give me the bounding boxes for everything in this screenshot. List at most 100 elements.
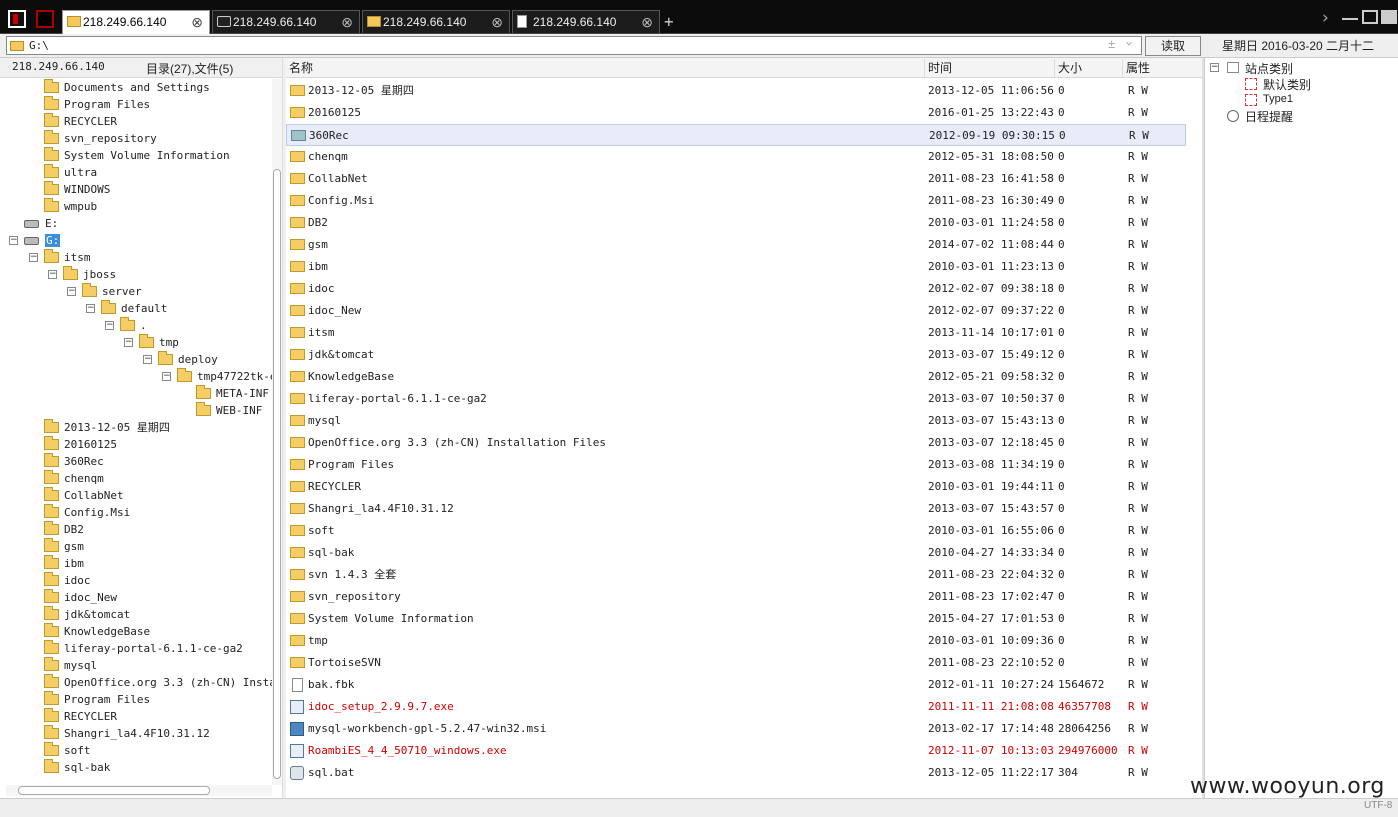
tree-item[interactable]: − server xyxy=(67,283,142,300)
file-row[interactable]: tmp 2010-03-01 10:09:36 0 R W xyxy=(286,630,1186,652)
collapse-icon[interactable]: − xyxy=(162,372,171,381)
tree-item[interactable]: CollabNet xyxy=(44,487,124,504)
collapse-icon[interactable]: − xyxy=(143,355,152,364)
collapse-icon[interactable]: − xyxy=(29,253,38,262)
tree-item[interactable]: RECYCLER xyxy=(44,113,117,130)
collapse-icon[interactable]: − xyxy=(9,236,18,245)
tree-item[interactable]: − default xyxy=(86,300,167,317)
tree-item[interactable]: 360Rec xyxy=(44,453,104,470)
file-row[interactable]: mysql-workbench-gpl-5.2.47-win32.msi 2013… xyxy=(286,718,1186,740)
file-row[interactable]: 2013-12-05 星期四 2013-12-05 11:06:56 0 R W xyxy=(286,80,1186,102)
tree-item[interactable]: chenqm xyxy=(44,470,104,487)
tab-2[interactable]: 218.249.66.140 ⊗ xyxy=(212,10,360,33)
tree-item[interactable]: KnowledgeBase xyxy=(44,623,150,640)
file-row[interactable]: idoc_setup_2.9.9.7.exe 2011-11-11 21:08:0… xyxy=(286,696,1186,718)
tree-item[interactable]: mysql xyxy=(44,657,97,674)
app-logo-icon[interactable] xyxy=(8,10,26,28)
collapse-icon[interactable]: − xyxy=(1210,63,1219,72)
tree-item[interactable]: Config.Msi xyxy=(44,504,130,521)
file-row[interactable]: KnowledgeBase 2012-05-21 09:58:32 0 R W xyxy=(286,366,1186,388)
tree-item[interactable]: ultra xyxy=(44,164,97,181)
path-input[interactable]: G:\ xyxy=(6,36,1142,55)
tree-item[interactable]: 2013-12-05 星期四 xyxy=(44,419,170,436)
tree-item[interactable]: wmpub xyxy=(44,198,97,215)
tree-item[interactable]: − tmp47722tk-e xyxy=(162,368,272,385)
tree-item[interactable]: DB2 xyxy=(44,521,84,538)
scroll-tabs-right-icon[interactable]: › xyxy=(1322,8,1329,28)
file-row[interactable]: ibm 2010-03-01 11:23:13 0 R W xyxy=(286,256,1186,278)
file-row[interactable]: sql.bat 2013-12-05 11:22:17 304 R W xyxy=(286,762,1186,784)
tree-item[interactable]: −. xyxy=(105,317,147,334)
file-row[interactable]: mysql 2013-03-07 15:43:13 0 R W xyxy=(286,410,1186,432)
default-category-item[interactable]: 默认类别 xyxy=(1263,76,1311,93)
tree-item[interactable]: WEB-INF xyxy=(196,402,262,419)
tree-item[interactable]: − G: xyxy=(9,232,61,249)
tree-vertical-scrollbar[interactable] xyxy=(272,79,282,785)
tab-3[interactable]: 218.249.66.140 ⊗ xyxy=(362,10,510,33)
tree-item[interactable]: liferay-portal-6.1.1-ce-ga2 xyxy=(44,640,243,657)
tree-item[interactable]: Program Files xyxy=(44,691,150,708)
close-icon[interactable]: ⊗ xyxy=(641,11,653,33)
chevron-down-icon[interactable]: ⌵ xyxy=(1126,37,1132,48)
collapse-icon[interactable]: − xyxy=(67,287,76,296)
file-row[interactable]: sql-bak 2010-04-27 14:33:34 0 R W xyxy=(286,542,1186,564)
file-row[interactable]: RECYCLER 2010-03-01 19:44:11 0 R W xyxy=(286,476,1186,498)
scrollbar-thumb[interactable] xyxy=(273,169,281,779)
column-header-size[interactable]: 大小 xyxy=(1054,59,1122,77)
tree-item[interactable]: META-INF xyxy=(196,385,269,402)
file-row[interactable]: jdk&tomcat 2013-03-07 15:49:12 0 R W xyxy=(286,344,1186,366)
type1-item[interactable]: Type1 xyxy=(1263,93,1293,105)
tree-item[interactable]: − tmp xyxy=(124,334,179,351)
tree-item[interactable]: − jboss xyxy=(48,266,116,283)
tree-item[interactable]: soft xyxy=(44,742,91,759)
collapse-icon[interactable]: − xyxy=(124,338,133,347)
tree-item[interactable]: svn_repository xyxy=(44,130,157,147)
tab-1[interactable]: 218.249.66.140 ⊗ xyxy=(62,10,210,35)
tree-item[interactable]: System Volume Information xyxy=(44,147,230,164)
file-row[interactable]: DB2 2010-03-01 11:24:58 0 R W xyxy=(286,212,1186,234)
file-row[interactable]: gsm 2014-07-02 11:08:44 0 R W xyxy=(286,234,1186,256)
collapse-icon[interactable]: − xyxy=(105,321,114,330)
new-tab-button[interactable]: + xyxy=(664,12,674,31)
tree-item[interactable]: Shangri_la4.4F10.31.12 xyxy=(44,725,210,742)
tree-horizontal-scrollbar[interactable] xyxy=(6,785,272,796)
scrollbar-thumb[interactable] xyxy=(18,786,210,795)
tree-item[interactable]: jdk&tomcat xyxy=(44,606,130,623)
file-row[interactable]: CollabNet 2011-08-23 16:41:58 0 R W xyxy=(286,168,1186,190)
read-button[interactable]: 读取 xyxy=(1145,36,1201,56)
tree-item[interactable]: − itsm xyxy=(29,249,91,266)
close-icon[interactable]: ⊗ xyxy=(191,11,203,33)
file-row[interactable]: idoc_New 2012-02-07 09:37:22 0 R W xyxy=(286,300,1186,322)
file-row[interactable]: TortoiseSVN 2011-08-23 22:10:52 0 R W xyxy=(286,652,1186,674)
file-row[interactable]: 360Rec 2012-09-19 09:30:15 0 R W xyxy=(286,124,1186,146)
tree-item[interactable]: WINDOWS xyxy=(44,181,110,198)
maximize-button[interactable] xyxy=(1362,10,1378,24)
close-icon[interactable]: ⊗ xyxy=(341,11,353,33)
tree-item[interactable]: ibm xyxy=(44,555,84,572)
tree-item[interactable]: OpenOffice.org 3.3 (zh-CN) Install: xyxy=(44,674,272,691)
file-row[interactable]: 20160125 2016-01-25 13:22:43 0 R W xyxy=(286,102,1186,124)
collapse-icon[interactable]: − xyxy=(86,304,95,313)
schedule-reminder-item[interactable]: 日程提醒 xyxy=(1245,108,1293,125)
record-icon[interactable] xyxy=(36,10,54,28)
tree-item[interactable]: RECYCLER xyxy=(44,708,117,725)
file-row[interactable]: liferay-portal-6.1.1-ce-ga2 2013-03-07 10… xyxy=(286,388,1186,410)
minimize-button[interactable] xyxy=(1342,16,1358,20)
file-row[interactable]: soft 2010-03-01 16:55:06 0 R W xyxy=(286,520,1186,542)
tab-4[interactable]: 218.249.66.140 ⊗ xyxy=(512,10,660,33)
file-row[interactable]: Config.Msi 2011-08-23 16:30:49 0 R W xyxy=(286,190,1186,212)
close-icon[interactable]: ⊗ xyxy=(491,11,503,33)
file-row[interactable]: svn_repository 2011-08-23 17:02:47 0 R W xyxy=(286,586,1186,608)
tree-item[interactable]: gsm xyxy=(44,538,84,555)
tree-item[interactable]: idoc xyxy=(44,572,91,589)
site-category-label[interactable]: 站点类别 xyxy=(1245,60,1293,77)
file-row[interactable]: Shangri_la4.4F10.31.12 2013-03-07 15:43:5… xyxy=(286,498,1186,520)
file-row[interactable]: System Volume Information 2015-04-27 17:0… xyxy=(286,608,1186,630)
file-row[interactable]: itsm 2013-11-14 10:17:01 0 R W xyxy=(286,322,1186,344)
file-row[interactable]: bak.fbk 2012-01-11 10:27:24 1564672 R W xyxy=(286,674,1186,696)
file-row[interactable]: RoambiES_4_4_50710_windows.exe 2012-11-07… xyxy=(286,740,1186,762)
tree-item[interactable]: − deploy xyxy=(143,351,218,368)
file-row[interactable]: idoc 2012-02-07 09:38:18 0 R W xyxy=(286,278,1186,300)
file-row[interactable]: chenqm 2012-05-31 18:08:50 0 R W xyxy=(286,146,1186,168)
tree-item[interactable]: 20160125 xyxy=(44,436,117,453)
